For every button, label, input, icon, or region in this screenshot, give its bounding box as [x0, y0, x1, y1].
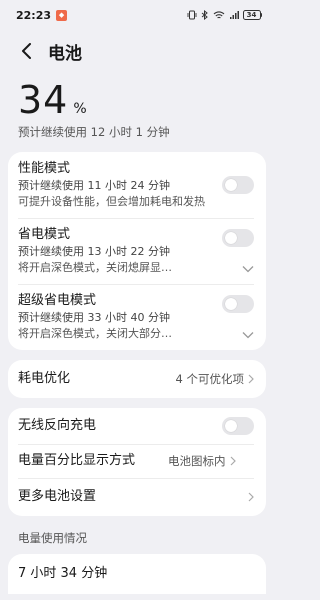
status-right: 34: [187, 10, 262, 20]
performance-mode-estimate: 预计继续使用 11 小时 24 分钟: [18, 179, 170, 192]
status-time: 22:23: [16, 8, 52, 22]
power-optimization-item[interactable]: 耗电优化 4 个可优化项: [8, 360, 266, 398]
super-power-saving-mode-toggle[interactable]: [222, 295, 254, 313]
more-battery-settings-item[interactable]: 更多电池设置: [8, 478, 266, 516]
bluetooth-icon: [201, 10, 208, 20]
battery-level-unit: %: [73, 101, 87, 117]
vibrate-icon: [187, 10, 196, 20]
battery-icon: 34: [242, 10, 262, 20]
super-power-saving-mode-estimate: 预计继续使用 33 小时 40 分钟: [18, 311, 170, 324]
remaining-time: 预计继续使用 12 小时 1 分钟: [18, 125, 170, 139]
percentage-display-title: 电量百分比显示方式: [18, 453, 136, 468]
power-saving-mode-desc: 将开启深色模式，关闭熄屏显…: [18, 261, 172, 274]
super-power-saving-mode-item[interactable]: 超级省电模式 预计继续使用 33 小时 40 分钟 将开启深色模式，关闭大部分…: [8, 284, 266, 350]
power-saving-mode-toggle[interactable]: [222, 229, 254, 247]
performance-mode-title: 性能模式: [18, 161, 71, 176]
page-title: 电池: [48, 43, 82, 64]
performance-mode-item[interactable]: 性能模式 预计继续使用 11 小时 24 分钟 可提升设备性能，但会增加耗电和发…: [8, 152, 266, 218]
super-power-saving-mode-desc: 将开启深色模式，关闭大部分…: [18, 327, 172, 340]
reverse-charging-title: 无线反向充电: [18, 418, 97, 433]
chevron-right-icon: [248, 492, 254, 502]
notification-app-icon: ◆: [56, 9, 68, 21]
usage-section-title: 电量使用情况: [18, 531, 87, 545]
power-saving-mode-title: 省电模式: [18, 227, 71, 242]
header: 电池: [0, 30, 274, 72]
optimization-card: 耗电优化 4 个可优化项: [8, 360, 266, 398]
chevron-right-icon: [248, 374, 254, 384]
status-left: 22:23 ◆: [16, 8, 68, 22]
battery-settings-card: 无线反向充电 电量百分比显示方式 电池图标内 更多电池设置: [8, 408, 266, 516]
power-saving-mode-item[interactable]: 省电模式 预计继续使用 13 小时 22 分钟 将开启深色模式，关闭熄屏显…: [8, 218, 266, 284]
status-bar: 22:23 ◆ 34: [0, 0, 274, 30]
battery-level-value: 34: [18, 78, 69, 122]
more-battery-settings-title: 更多电池设置: [18, 489, 97, 504]
chevron-down-icon[interactable]: [242, 331, 254, 339]
battery-level: 34 %: [0, 72, 274, 122]
chevron-right-icon: [230, 456, 236, 466]
power-optimization-title: 耗电优化: [18, 371, 71, 386]
power-modes-card: 性能模式 预计继续使用 11 小时 24 分钟 可提升设备性能，但会增加耗电和发…: [8, 152, 266, 350]
chevron-down-icon[interactable]: [242, 265, 254, 273]
back-arrow-icon[interactable]: [16, 40, 38, 62]
wifi-icon: [213, 11, 224, 19]
percentage-display-item[interactable]: 电量百分比显示方式 电池图标内: [8, 444, 266, 478]
power-optimization-value: 4 个可优化项: [175, 372, 244, 386]
power-saving-mode-estimate: 预计继续使用 13 小时 22 分钟: [18, 245, 170, 258]
mobile-signal-icon: [229, 11, 239, 19]
usage-duration: 7 小时 34 分钟: [18, 566, 108, 581]
super-power-saving-mode-title: 超级省电模式: [18, 293, 97, 308]
percentage-display-value: 电池图标内: [168, 454, 226, 468]
usage-card[interactable]: 7 小时 34 分钟: [8, 554, 266, 594]
performance-mode-toggle[interactable]: [222, 176, 254, 194]
status-battery-level: 34: [242, 10, 261, 20]
performance-mode-desc: 可提升设备性能，但会增加耗电和发热: [18, 195, 205, 208]
reverse-charging-toggle[interactable]: [222, 417, 254, 435]
reverse-charging-item[interactable]: 无线反向充电: [8, 408, 266, 444]
